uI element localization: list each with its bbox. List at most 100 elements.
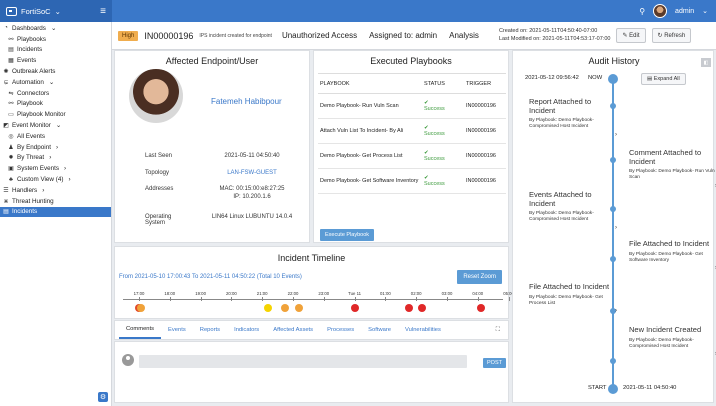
playbook-trigger[interactable]: IN00000196 <box>464 168 506 194</box>
sidebar-item-event-monitor[interactable]: ◩ Event Monitor ⌄ <box>0 120 111 131</box>
sidebar-item-system-events[interactable]: ▣ System Events › <box>0 163 111 174</box>
timeline-axis[interactable] <box>123 299 503 300</box>
comment-input[interactable] <box>139 355 467 368</box>
sidebar-item-incidents[interactable]: ▤ Incidents <box>0 206 111 218</box>
execute-playbook-button[interactable]: Execute Playbook <box>320 229 375 241</box>
audit-entry[interactable]: New Incident Created By Playbook: Demo Pl… <box>629 325 716 357</box>
playbook-trigger[interactable]: IN00000196 <box>464 143 506 169</box>
incident-header: High IN00000196 IPS incident created for… <box>112 22 716 50</box>
playbook-name[interactable]: Attach Vuln List To Incident- By Ali <box>318 118 422 144</box>
audit-entry[interactable]: Report Attached to Incident By Playbook: … <box>529 97 617 138</box>
sidebar-item-label: Custom View (4) <box>17 176 64 184</box>
sidebar-item-label: Playbook <box>17 100 43 108</box>
status-text: Success <box>424 131 445 137</box>
edit-button[interactable]: ✎ Edit <box>616 28 646 43</box>
playbook-name[interactable]: Demo Playbook- Run Vuln Scan <box>318 93 422 119</box>
chevron-right-icon[interactable]: › <box>629 183 716 189</box>
ep-value: LIN64 Linux LUBUNTU 14.0.4 <box>211 214 293 220</box>
chevron-right-icon[interactable]: › <box>529 225 617 231</box>
table-row[interactable]: Demo Playbook- Run Vuln Scan ✔ Success IN00… <box>318 93 506 119</box>
tab-affected-assets[interactable]: Affected Assets <box>266 321 320 339</box>
tab-processes[interactable]: Processes <box>320 321 361 339</box>
audit-entry-title: New Incident Created <box>629 325 702 334</box>
timeline-tick <box>231 297 233 301</box>
settings-gear-icon[interactable]: ⚙ <box>98 392 108 402</box>
timeline-event-dot[interactable] <box>476 304 485 312</box>
playbook-icon: ⚯ <box>8 101 14 108</box>
audit-entry[interactable]: File Attached to Incident By Playbook: De… <box>529 282 617 314</box>
playbook-trigger[interactable]: IN00000196 <box>464 118 506 144</box>
sidebar-item-label: Dashboards <box>12 24 46 32</box>
hamburger-menu-icon[interactable]: ≡ <box>100 6 106 17</box>
table-row[interactable]: Demo Playbook- Get Process List ✔ Success I… <box>318 143 506 169</box>
admin-menu[interactable]: admin <box>675 8 694 15</box>
endpoint-user-name[interactable]: Fatemeh Habibpour <box>211 97 282 106</box>
timeline-event-dot[interactable] <box>295 304 304 312</box>
chevron-right-icon[interactable]: › <box>629 351 716 357</box>
tab-indicators[interactable]: Indicators <box>227 321 266 339</box>
comments-panel: POST <box>114 341 509 403</box>
sidebar-item-playbooks[interactable]: ⚯ Playbooks <box>0 34 111 45</box>
sidebar-item-outbreak-alerts[interactable]: ✺ Outbreak Alerts <box>0 66 111 77</box>
tab-comments[interactable]: Comments <box>119 321 162 339</box>
timeline-tick-label: 22:00 <box>287 291 299 296</box>
audit-entry[interactable]: File Attached to Incident By Playbook: De… <box>629 239 716 271</box>
timeline-event-dot[interactable] <box>281 304 290 312</box>
sidebar-item-automation[interactable]: ⊊ Automation ⌄ <box>0 77 111 88</box>
collapse-panel-icon[interactable]: ◧ <box>701 58 711 67</box>
sidebar-item-by-threat[interactable]: ✹ By Threat › <box>0 153 111 164</box>
incident-phase[interactable]: Analysis <box>449 31 479 40</box>
timeline-event-dot[interactable] <box>136 304 145 312</box>
playbook-name[interactable]: Demo Playbook- Get Process List <box>318 143 422 169</box>
chevron-right-icon[interactable]: › <box>629 265 716 271</box>
wand-icon[interactable]: ⚲ <box>639 7 645 16</box>
sidebar-item-by-endpoint[interactable]: ♟ By Endpoint › <box>0 142 111 153</box>
sidebar-item-playbook-monitor[interactable]: ▭ Playbook Monitor <box>0 109 111 120</box>
timeline-event-dot[interactable] <box>418 304 427 312</box>
status-text: Success <box>424 181 445 187</box>
refresh-button[interactable]: ↻ Refresh <box>651 28 692 43</box>
sidebar-item-playbook[interactable]: ⚯ Playbook <box>0 99 111 110</box>
user-avatar[interactable] <box>653 4 668 18</box>
sidebar-item-incidents[interactable]: ▤ Incidents <box>0 45 111 56</box>
sidebar-item-all-events[interactable]: ◎ All Events <box>0 131 111 142</box>
audit-entry[interactable]: Events Attached to Incident By Playbook: … <box>529 190 617 231</box>
playbook-name[interactable]: Demo Playbook- Get Software Inventory <box>318 168 422 194</box>
brand-chevron-down-icon: ⌄ <box>54 6 61 16</box>
sidebar-item-custom-view-4[interactable]: ♣ Custom View (4) › <box>0 174 111 185</box>
brand[interactable]: FortiSoC ⌄ ≡ <box>0 0 112 22</box>
tab-vulnerabilities[interactable]: Vulnerabilities <box>398 321 448 339</box>
admin-chevron-down-icon[interactable]: ⌄ <box>702 7 708 15</box>
playbook-trigger[interactable]: IN00000196 <box>464 93 506 119</box>
timeline-event-dot[interactable] <box>350 304 359 312</box>
ep-row-os: Operating System LIN64 Linux LUBUNTU 14.… <box>115 214 311 226</box>
sidebar-item-threat-hunting[interactable]: ⋇ Threat Hunting <box>0 196 111 207</box>
assigned-to[interactable]: Assigned to: admin <box>369 31 437 40</box>
tab-events[interactable]: Events <box>161 321 193 339</box>
chevron-right-icon[interactable]: › <box>529 132 617 138</box>
alert-icon: ✺ <box>3 69 9 76</box>
connector-icon: ⇋ <box>8 90 14 97</box>
timeline-tick <box>293 297 294 301</box>
reset-zoom-button[interactable]: Reset Zoom <box>457 270 502 284</box>
sidebar-item-connectors[interactable]: ⇋ Connectors <box>0 88 111 99</box>
audit-entry[interactable]: Comment Attached to Incident By Playbook:… <box>629 148 716 189</box>
tab-software[interactable]: Software <box>361 321 398 339</box>
sidebar-item-dashboards[interactable]: ◔ Dashboards ⌄ <box>0 23 111 34</box>
timeline-event-dot[interactable] <box>264 304 273 312</box>
ep-topology-link[interactable]: LAN-FSW-GUEST <box>193 170 311 178</box>
timeline-event-dot[interactable] <box>404 304 413 312</box>
tab-reports[interactable]: Reports <box>193 321 227 339</box>
timeline-tick <box>416 297 418 301</box>
ep-key: Addresses <box>145 186 174 192</box>
expand-icon[interactable]: ⛶ <box>496 327 500 334</box>
sidebar-item-handlers[interactable]: ☰ Handlers › <box>0 185 111 196</box>
post-button[interactable]: POST <box>483 358 506 368</box>
table-row[interactable]: Demo Playbook- Get Software Inventory ✔ Su… <box>318 168 506 194</box>
automation-icon: ⊊ <box>3 79 9 86</box>
table-row[interactable]: Attach Vuln List To Incident- By Ali ✔ Suc… <box>318 118 506 144</box>
expand-all-button[interactable]: ▤ Expand All <box>641 73 686 85</box>
chevron-right-icon[interactable]: › <box>529 308 617 314</box>
sidebar-item-events[interactable]: ▦ Events <box>0 55 111 66</box>
timeline-tick-label: 21:00 <box>256 291 268 296</box>
